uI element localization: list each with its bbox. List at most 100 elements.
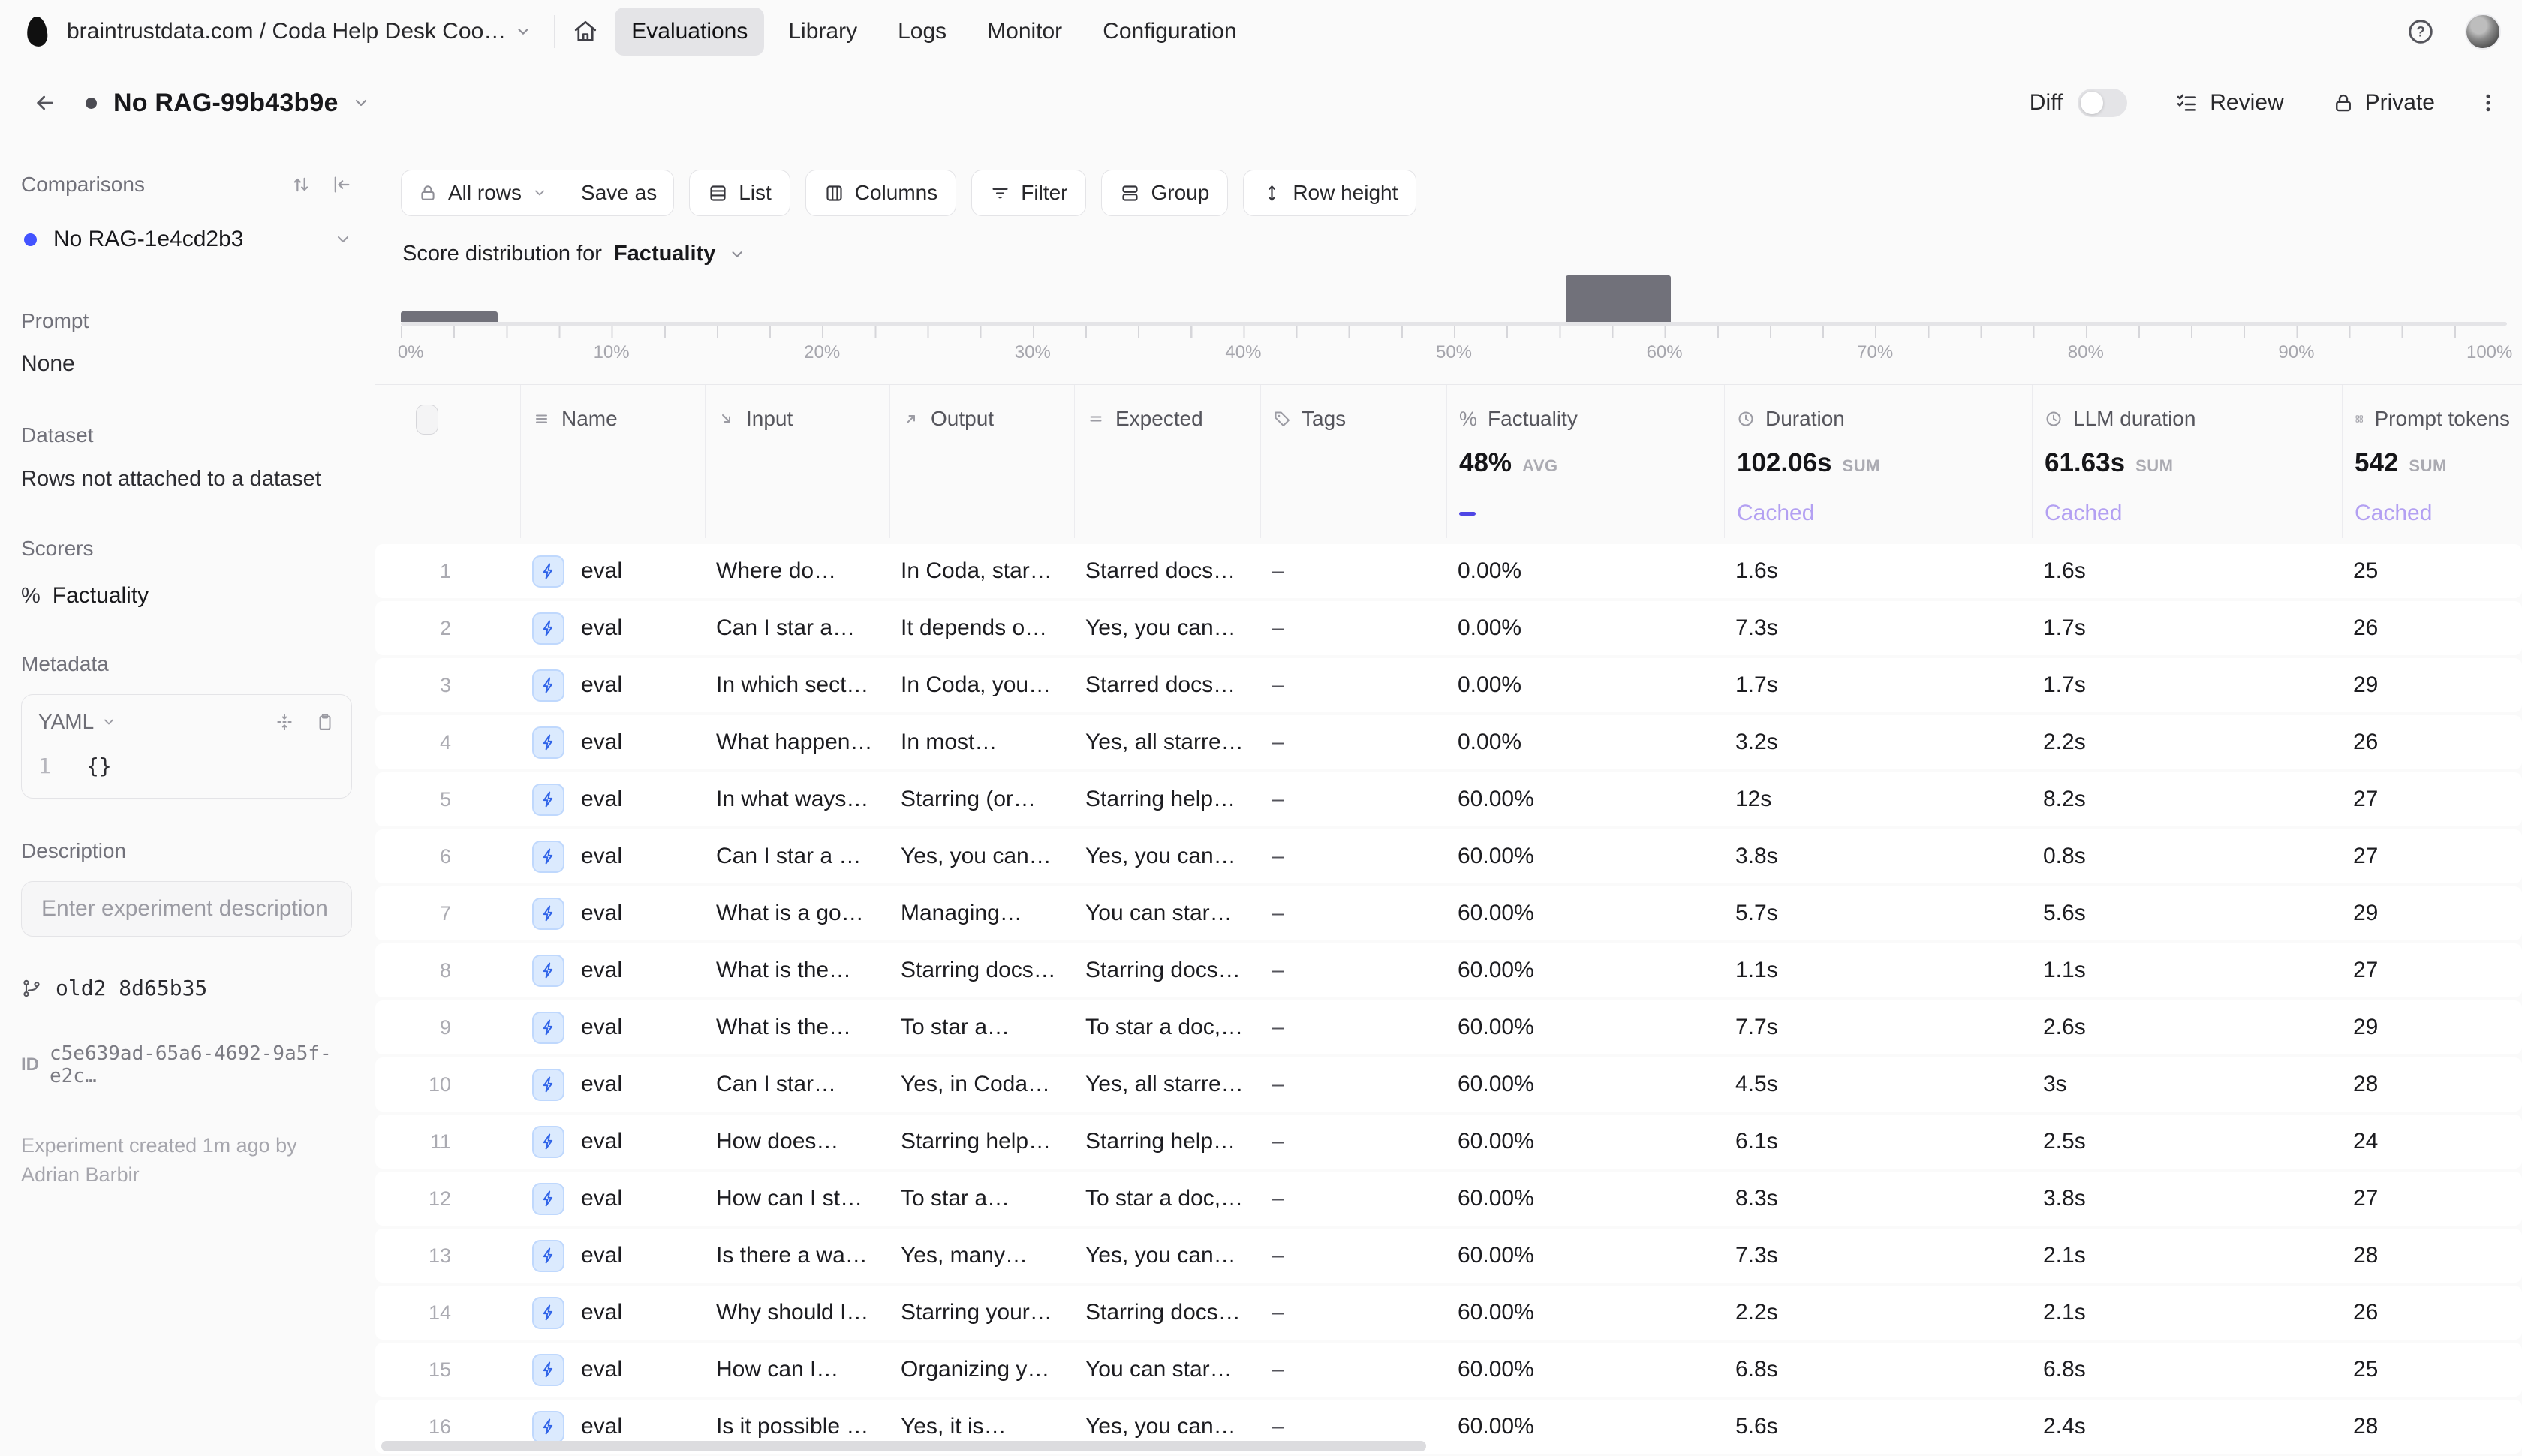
back-button[interactable]	[33, 91, 57, 115]
select-all-checkbox[interactable]	[416, 405, 438, 435]
cell-tags: –	[1260, 730, 1446, 755]
llm-duration-cached: Cached	[2045, 501, 2122, 526]
save-as-button[interactable]: Save as	[564, 170, 673, 215]
cell-tags: –	[1260, 672, 1446, 698]
cell-name: eval	[520, 1297, 705, 1329]
header-llm-duration[interactable]: LLM duration 61.63sSUM Cached	[2032, 385, 2342, 538]
more-menu-button[interactable]	[2477, 90, 2499, 116]
table-row[interactable]: 12 eval How can I star… To star a… To st…	[375, 1172, 2522, 1226]
help-icon: ?	[2406, 17, 2435, 46]
comparison-select[interactable]: No RAG-1e4cd2b3	[21, 227, 352, 252]
experiment-switcher-chevron[interactable]	[352, 94, 370, 112]
cell-factuality: 0.00%	[1446, 615, 1724, 641]
table-row[interactable]: 10 eval Can I star… Yes, in Coda… Yes, a…	[375, 1057, 2522, 1112]
sort-comparisons-button[interactable]	[290, 174, 311, 195]
home-button[interactable]	[573, 19, 598, 44]
header-duration[interactable]: Duration 102.06sSUM Cached	[1724, 385, 2032, 538]
cell-prompt-tokens: 25	[2342, 558, 2522, 584]
header-name[interactable]: Name	[520, 385, 705, 538]
header-input[interactable]: Input	[705, 385, 889, 538]
collapse-sidebar-button[interactable]	[331, 174, 352, 195]
tab-configuration[interactable]: Configuration	[1086, 8, 1253, 56]
row-height-button[interactable]: Row height	[1243, 170, 1416, 216]
table-row[interactable]: 3 eval In which secti… In Coda, you… Sta…	[375, 658, 2522, 712]
header-expected[interactable]: Expected	[1074, 385, 1260, 538]
header-output[interactable]: Output	[889, 385, 1074, 538]
page-title: No RAG-99b43b9e	[113, 89, 339, 118]
braintrust-logo[interactable]	[26, 16, 49, 47]
all-rows-button[interactable]: All rows	[402, 170, 564, 215]
filter-button[interactable]: Filter	[971, 170, 1086, 216]
table-row[interactable]: 4 eval What happens… In most… Yes, all s…	[375, 715, 2522, 769]
header-factuality[interactable]: %Factuality 48%AVG	[1446, 385, 1724, 538]
copy-metadata-button[interactable]	[315, 712, 335, 732]
description-input[interactable]	[21, 881, 352, 937]
cell-name-label: eval	[581, 787, 622, 812]
metadata-code-line[interactable]: 1 {}	[38, 754, 335, 778]
table-row[interactable]: 6 eval Can I star a do… Yes, you can… Ye…	[375, 829, 2522, 883]
agg-type: SUM	[2409, 456, 2446, 476]
axis-tick-label: 30%	[1015, 342, 1051, 363]
clock-icon	[2045, 410, 2063, 428]
avatar[interactable]	[2465, 14, 2501, 50]
scorer-item[interactable]: % Factuality	[21, 583, 352, 609]
main-panel: All rows Save as List Columns Filter	[375, 143, 2522, 1456]
table-row[interactable]: 11 eval How does… Starring helps… Starri…	[375, 1115, 2522, 1169]
table-row[interactable]: 8 eval What is the… Starring docs … Star…	[375, 943, 2522, 997]
metadata-language-select[interactable]: YAML	[38, 710, 116, 734]
scrollbar-thumb[interactable]	[381, 1441, 1426, 1451]
header-prompt-tokens[interactable]: Prompt tokens 542SUM Cached	[2342, 385, 2522, 538]
cell-name-label: eval	[581, 1243, 622, 1268]
row-number: 3	[375, 674, 520, 697]
tab-library[interactable]: Library	[772, 8, 874, 56]
header-tags[interactable]: Tags	[1260, 385, 1446, 538]
cell-llm-duration: 2.2s	[2032, 730, 2342, 755]
histogram-bar-60pct[interactable]	[1566, 275, 1671, 322]
table-row[interactable]: 14 eval Why should I… Starring your… Sta…	[375, 1286, 2522, 1340]
histogram-bar-0pct[interactable]	[401, 311, 498, 322]
help-button[interactable]: ?	[2406, 17, 2435, 46]
tab-logs[interactable]: Logs	[881, 8, 963, 56]
scorer-name: Factuality	[53, 583, 149, 609]
tab-evaluations[interactable]: Evaluations	[615, 8, 764, 56]
table-row[interactable]: 13 eval Is there a way… Yes, many… Yes, …	[375, 1229, 2522, 1283]
row-number: 14	[375, 1301, 520, 1325]
bolt-icon	[540, 1190, 558, 1208]
table-row[interactable]: 1 eval Where do… In Coda, starr… Starred…	[375, 544, 2522, 598]
eval-icon	[532, 669, 564, 702]
cell-factuality: 60.00%	[1446, 1243, 1724, 1268]
columns-button[interactable]: Columns	[805, 170, 956, 216]
table-row[interactable]: 5 eval In what ways… Starring (or… Starr…	[375, 772, 2522, 826]
git-ref[interactable]: old2 8d65b35	[21, 976, 352, 1000]
score-distribution-selector[interactable]: Score distribution for Factuality	[402, 242, 745, 266]
table-row[interactable]: 7 eval What is a goo… Managing… You can …	[375, 886, 2522, 940]
breadcrumb[interactable]: braintrustdata.com / Coda Help Desk Coo…	[67, 19, 531, 44]
cell-llm-duration: 3s	[2032, 1072, 2342, 1097]
cell-expected: Starring helps…	[1074, 1129, 1260, 1154]
cell-llm-duration: 1.1s	[2032, 958, 2342, 983]
table-row[interactable]: 15 eval How can I… Organizing yo… You ca…	[375, 1343, 2522, 1397]
table-header: Name Input Output	[375, 385, 2522, 538]
table-row[interactable]: 9 eval What is the… To star a… To star a…	[375, 1000, 2522, 1054]
list-view-button[interactable]: List	[689, 170, 790, 216]
cell-name: eval	[520, 612, 705, 645]
review-button[interactable]: Review	[2175, 90, 2283, 116]
column-label: Duration	[1765, 407, 1845, 431]
chevron-down-icon	[729, 246, 745, 263]
private-button[interactable]: Private	[2332, 90, 2435, 116]
collapse-editor-button[interactable]	[275, 712, 294, 732]
cell-expected: Yes, all starre…	[1074, 730, 1260, 755]
diff-toggle[interactable]	[2078, 89, 2127, 117]
diff-label: Diff	[2030, 90, 2063, 116]
cell-duration: 1.6s	[1724, 558, 2032, 584]
table-row[interactable]: 2 eval Can I star a… It depends on… Yes,…	[375, 601, 2522, 655]
experiment-id[interactable]: ID c5e639ad-65a6-4692-9a5f-e2c…	[21, 1042, 352, 1087]
cell-name: eval	[520, 898, 705, 930]
cell-duration: 5.6s	[1724, 1414, 2032, 1439]
bolt-icon	[540, 904, 558, 922]
tab-monitor[interactable]: Monitor	[971, 8, 1079, 56]
cell-expected: Yes, all starre…	[1074, 1072, 1260, 1097]
group-button[interactable]: Group	[1101, 170, 1228, 216]
cell-name-label: eval	[581, 1414, 622, 1439]
column-label: Name	[561, 407, 618, 431]
